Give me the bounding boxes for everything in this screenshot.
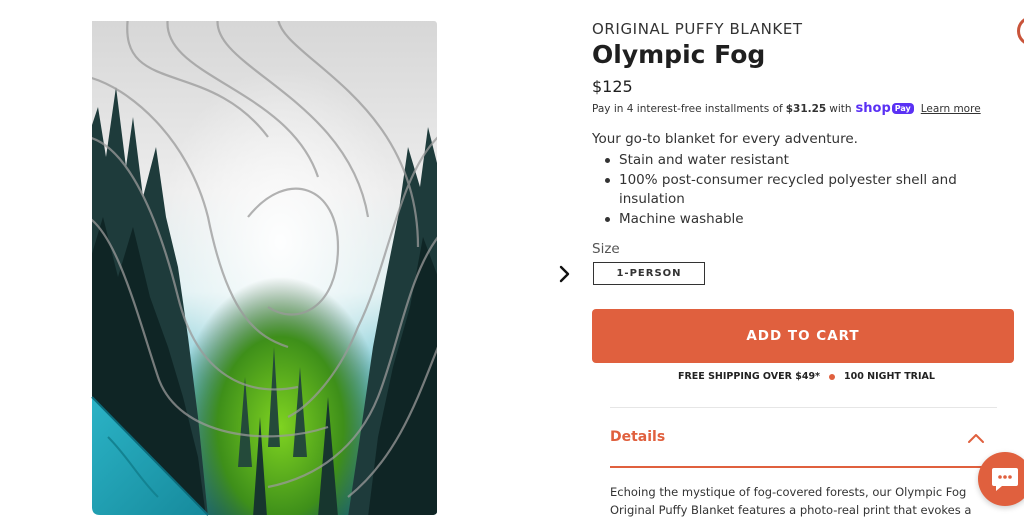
chevron-up-icon xyxy=(968,434,984,443)
details-accordion-toggle[interactable]: Details xyxy=(610,408,997,468)
chat-button[interactable] xyxy=(978,452,1024,506)
gallery-next-button[interactable] xyxy=(556,262,576,286)
installment-amount: $31.25 xyxy=(785,102,827,115)
feature-item: 100% post-consumer recycled polyester sh… xyxy=(602,171,992,210)
shipping-perks: FREE SHIPPING OVER $49* 100 NIGHT TRIAL xyxy=(678,371,935,382)
shop-pay-wordmark: shop xyxy=(855,101,891,116)
installments-with: with xyxy=(829,102,852,115)
installments-message: Pay in 4 interest-free installments of $… xyxy=(592,101,981,116)
product-image xyxy=(88,17,438,517)
product-title: Olympic Fog xyxy=(592,40,766,69)
chevron-right-icon xyxy=(559,265,570,283)
dot-separator-icon xyxy=(829,373,836,380)
learn-more-link[interactable]: Learn more xyxy=(921,103,981,115)
feature-list: Stain and water resistant 100% post-cons… xyxy=(602,151,992,229)
shop-pay-badge: Pay xyxy=(891,103,914,114)
size-option-1-person[interactable]: 1-PERSON xyxy=(593,262,705,285)
feature-item: Machine washable xyxy=(602,210,992,230)
details-title: Details xyxy=(610,429,666,445)
shop-pay-logo: shop Pay xyxy=(856,101,914,116)
size-label: Size xyxy=(592,241,620,257)
details-body: Echoing the mystique of fog-covered fore… xyxy=(610,485,972,517)
product-category: ORIGINAL PUFFY BLANKET xyxy=(592,20,803,38)
chat-icon xyxy=(992,468,1018,491)
installments-text: Pay in 4 interest-free installments of xyxy=(592,102,783,115)
feature-item: Stain and water resistant xyxy=(602,151,992,171)
product-description: Your go-to blanket for every adventure. xyxy=(592,131,858,147)
free-shipping-text: FREE SHIPPING OVER $49* xyxy=(678,371,821,382)
add-to-cart-label: ADD TO CART xyxy=(746,328,860,344)
add-to-cart-button[interactable]: ADD TO CART xyxy=(592,309,1014,363)
account-avatar[interactable] xyxy=(1017,16,1024,46)
night-trial-text: 100 NIGHT TRIAL xyxy=(844,371,935,382)
product-price: $125 xyxy=(592,77,633,96)
